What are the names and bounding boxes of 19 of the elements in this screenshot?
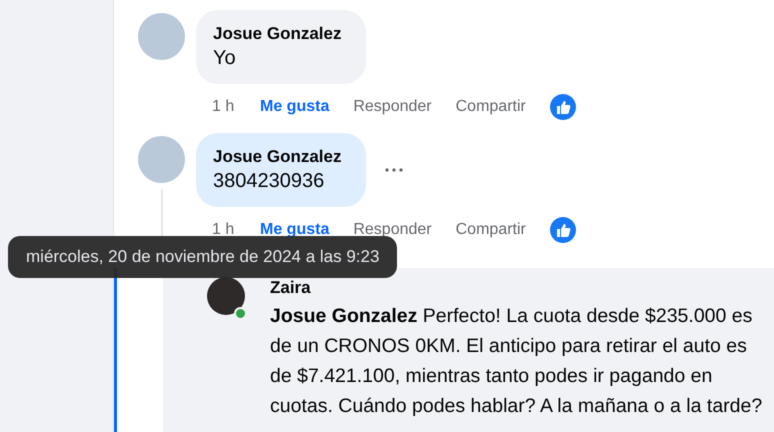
like-link[interactable]: Me gusta [260,221,330,239]
thumbs-up-icon[interactable] [550,94,576,120]
comment-text: Yo [213,46,237,71]
reply-link[interactable]: Responder [353,98,432,116]
author-name[interactable]: Josue Gonzalez [213,146,348,168]
avatar-photo[interactable] [207,277,245,315]
share-link[interactable]: Compartir [456,221,526,239]
reply-link[interactable]: Responder [353,221,432,239]
share-link[interactable]: Compartir [456,98,526,116]
author-name[interactable]: Zaira [270,277,766,299]
author-name[interactable]: Josue Gonzalez [213,23,348,45]
reply-text: Josue Gonzalez Perfecto! La cuota desde $235.000 es de un CRONOS 0KM. El anticipo para retirar el auto es de $7.421.100, mientras tanto podes ir pagando en cuotas. Cuándo podes hablar? A la mañana o a la tarde? [270,304,764,419]
timestamp-link[interactable]: 1 h [212,98,260,116]
date-tooltip: miércoles, 20 de noviembre de 2024 a las 9:23 [8,236,398,278]
timestamp-link[interactable]: 1 h [212,221,260,239]
more-options-icon[interactable] [384,167,404,173]
comment-text: 3804230936 [213,169,326,194]
like-link[interactable]: Me gusta [260,98,330,116]
thumbs-up-icon[interactable] [550,217,576,243]
